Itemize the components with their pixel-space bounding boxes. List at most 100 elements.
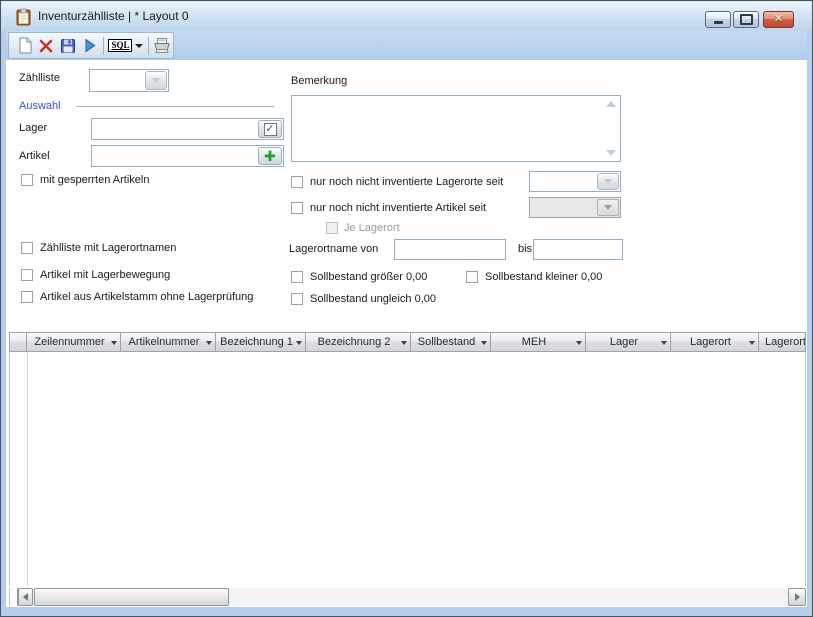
column-dropdown-icon[interactable] — [749, 341, 755, 345]
artikel-mit-lagerbewegung-checkbox[interactable] — [21, 269, 33, 281]
artikel-seit-combo — [529, 197, 621, 218]
scrollbar-corner — [9, 588, 18, 606]
artikel-aus-artikelstamm-checkbox[interactable] — [21, 291, 33, 303]
column-header-bezeichnung1[interactable]: Bezeichnung 1 — [216, 332, 306, 352]
printer-icon — [153, 37, 171, 54]
save-button[interactable] — [57, 35, 79, 57]
lagerorte-seit-combo[interactable] — [529, 171, 621, 192]
je-lagerort-label: Je Lagerort — [344, 222, 400, 234]
column-label: Bezeichnung 1 — [220, 336, 301, 348]
scroll-left-icon — [23, 593, 28, 601]
window-title: Inventurzählliste | * Layout 0 — [38, 9, 189, 23]
bemerkung-label: Bemerkung — [291, 75, 347, 87]
toolbar-panel: SQL — [8, 32, 174, 59]
clipboard-icon — [15, 8, 33, 26]
column-dropdown-icon[interactable] — [401, 341, 407, 345]
scroll-right-button[interactable] — [788, 588, 806, 606]
column-label: Bezeichnung 2 — [318, 336, 399, 348]
column-header-lagerortname[interactable]: Lagerortna — [759, 332, 806, 352]
lager-label: Lager — [19, 122, 47, 134]
auswahl-heading: Auswahl — [19, 100, 61, 112]
close-icon: ✕ — [774, 14, 783, 25]
sql-icon: SQL — [108, 39, 132, 52]
bemerkung-textarea[interactable] — [291, 95, 621, 162]
column-dropdown-icon[interactable] — [576, 341, 582, 345]
close-button[interactable]: ✕ — [763, 11, 794, 28]
scroll-down-icon[interactable] — [606, 150, 616, 156]
je-lagerort-checkbox — [326, 222, 338, 234]
lagerorte-seit-dropdown-button[interactable] — [597, 173, 619, 190]
run-play-icon — [83, 38, 97, 53]
column-dropdown-icon[interactable] — [661, 341, 667, 345]
lager-input[interactable]: ✓ — [91, 118, 284, 140]
artikel-mit-lagerbewegung-label: Artikel mit Lagerbewegung — [40, 269, 170, 281]
sollbestand-kleiner-checkbox[interactable] — [466, 271, 478, 283]
column-label: Lagerortna — [765, 336, 806, 348]
nur-lagerorte-seit-checkbox[interactable] — [291, 176, 303, 188]
auswahl-divider — [76, 106, 274, 107]
mit-gesperrten-artikeln-checkbox[interactable] — [21, 174, 33, 186]
sql-button[interactable]: SQL — [105, 35, 146, 57]
mit-gesperrten-artikeln-label: mit gesperrten Artikeln — [40, 174, 149, 186]
column-label: Artikelnummer — [129, 336, 208, 348]
artikel-add-button[interactable]: ✚ — [258, 147, 282, 165]
run-button[interactable] — [79, 35, 101, 57]
nur-artikel-seit-label: nur noch nicht inventierte Artikel seit — [310, 202, 486, 214]
column-label: Lager — [610, 336, 646, 348]
column-header-bezeichnung2[interactable]: Bezeichnung 2 — [306, 332, 411, 352]
new-button[interactable] — [14, 35, 36, 57]
row-selector-header[interactable] — [9, 332, 27, 352]
chevron-down-icon — [152, 78, 160, 83]
zaehlliste-label: Zählliste — [19, 72, 60, 84]
sollbestand-ungleich-label: Sollbestand ungleich 0,00 — [310, 293, 436, 305]
save-floppy-icon — [60, 38, 76, 54]
nur-lagerorte-seit-label: nur noch nicht inventierte Lagerorte sei… — [310, 176, 503, 188]
column-label: Sollbestand — [418, 336, 484, 348]
zaehlliste-mit-lagerortnamen-checkbox[interactable] — [21, 242, 33, 254]
titlebar[interactable]: Inventurzählliste | * Layout 0 — [2, 2, 811, 31]
column-header-zeilennummer[interactable]: Zeilennummer — [27, 332, 121, 352]
scroll-left-button[interactable] — [18, 588, 33, 606]
lager-select-button[interactable]: ✓ — [258, 120, 282, 138]
checkbox-check-icon: ✓ — [264, 123, 277, 136]
column-header-lagerort[interactable]: Lagerort — [671, 332, 759, 352]
maximize-button[interactable] — [733, 11, 759, 28]
column-dropdown-icon[interactable] — [481, 341, 487, 345]
bis-label: bis — [518, 243, 532, 255]
grid-body[interactable] — [9, 352, 806, 586]
column-label: Lagerort — [690, 336, 739, 348]
column-dropdown-icon[interactable] — [111, 341, 117, 345]
sollbestand-groesser-checkbox[interactable] — [291, 271, 303, 283]
sollbestand-groesser-label: Sollbestand größer 0,00 — [310, 271, 427, 283]
lagerortname-bis-input[interactable] — [533, 239, 623, 260]
scroll-up-icon[interactable] — [606, 101, 616, 107]
plus-icon: ✚ — [264, 149, 276, 163]
artikel-seit-dropdown-button — [597, 199, 619, 216]
minimize-button[interactable] — [705, 11, 731, 28]
chevron-down-icon — [604, 205, 612, 210]
sollbestand-kleiner-label: Sollbestand kleiner 0,00 — [485, 271, 602, 283]
nur-artikel-seit-checkbox[interactable] — [291, 202, 303, 214]
column-header-meh[interactable]: MEH — [491, 332, 586, 352]
column-header-lager[interactable]: Lager — [586, 332, 671, 352]
toolbar-separator — [148, 37, 149, 55]
artikel-input[interactable]: ✚ — [91, 145, 284, 167]
scroll-right-icon — [795, 593, 800, 601]
column-header-artikelnummer[interactable]: Artikelnummer — [121, 332, 216, 352]
toolbar-separator — [103, 37, 104, 55]
sql-dropdown-icon — [135, 44, 143, 48]
zaehlliste-dropdown-button[interactable] — [145, 71, 167, 90]
new-document-icon — [17, 37, 33, 54]
row-selector-divider — [27, 352, 28, 586]
sollbestand-ungleich-checkbox[interactable] — [291, 293, 303, 305]
lagerortname-von-input[interactable] — [394, 239, 506, 260]
scrollbar-thumb[interactable] — [34, 588, 229, 606]
chevron-down-icon — [604, 179, 612, 184]
zaehlliste-combo[interactable] — [89, 69, 169, 92]
delete-button[interactable] — [36, 35, 58, 57]
column-dropdown-icon[interactable] — [296, 341, 302, 345]
column-dropdown-icon[interactable] — [206, 341, 212, 345]
window-frame: Inventurzählliste | * Layout 0 ✕ — [0, 0, 813, 617]
column-header-sollbestand[interactable]: Sollbestand — [411, 332, 491, 352]
print-button[interactable] — [151, 35, 173, 57]
